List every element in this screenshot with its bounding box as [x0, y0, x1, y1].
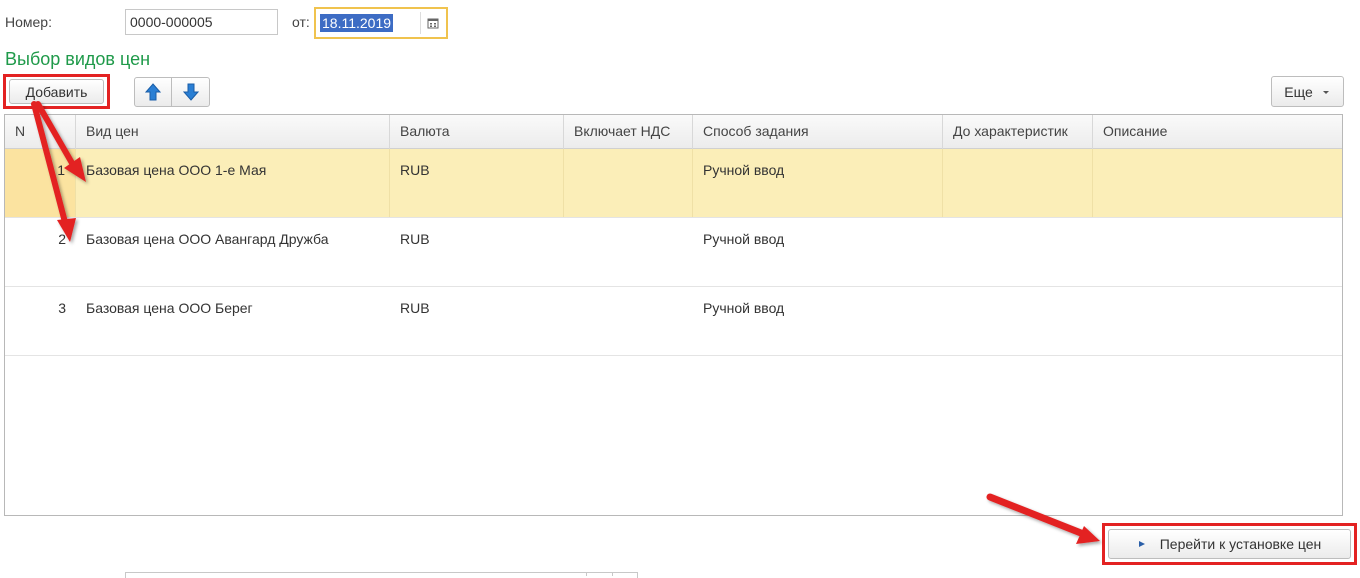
col-header-vat[interactable]: Включает НДС: [564, 115, 693, 149]
bottom-field-divider: [586, 572, 587, 576]
method-cell[interactable]: Ручной ввод: [693, 287, 943, 355]
move-up-button[interactable]: [134, 77, 172, 107]
table-row[interactable]: 3 Базовая цена ООО Берег RUB Ручной ввод: [5, 287, 1342, 356]
date-value: 18.11.2019: [320, 14, 394, 32]
bottom-field-divider: [612, 572, 613, 576]
vat-cell[interactable]: [564, 149, 693, 217]
by-char-cell[interactable]: [943, 287, 1093, 355]
date-field[interactable]: 18.11.2019: [314, 7, 448, 39]
table-row[interactable]: 1 Базовая цена ООО 1-е Мая RUB Ручной вв…: [5, 149, 1342, 218]
col-header-by-char[interactable]: До характеристик: [943, 115, 1093, 149]
description-cell[interactable]: [1093, 149, 1343, 217]
price-type-cell[interactable]: Базовая цена ООО Берег: [76, 287, 390, 355]
more-label: Еще: [1284, 83, 1313, 100]
section-title: Выбор видов цен: [5, 49, 151, 69]
currency-cell[interactable]: RUB: [390, 218, 564, 286]
by-char-cell[interactable]: [943, 149, 1093, 217]
arrow-down-icon: [182, 83, 199, 101]
price-types-table[interactable]: N Вид цен Валюта Включает НДС Способ зад…: [4, 114, 1343, 516]
go-to-prices-label: Перейти к установке цен: [1159, 536, 1322, 552]
date-label: от:: [292, 14, 310, 30]
annotation-arrowhead: [1076, 526, 1100, 544]
bottom-field[interactable]: [125, 572, 638, 578]
method-cell[interactable]: Ручной ввод: [693, 149, 943, 217]
col-header-method[interactable]: Способ задания: [693, 115, 943, 149]
row-number: 1: [5, 149, 76, 217]
vat-cell[interactable]: [564, 287, 693, 355]
table-header: N Вид цен Валюта Включает НДС Способ зад…: [5, 115, 1342, 149]
go-to-prices-button[interactable]: Перейти к установке цен: [1108, 529, 1351, 559]
description-cell[interactable]: [1093, 218, 1343, 286]
price-type-cell[interactable]: Базовая цена ООО 1-е Мая: [76, 149, 390, 217]
more-button[interactable]: Еще: [1271, 76, 1344, 107]
number-label: Номер:: [5, 14, 52, 30]
number-field[interactable]: 0000-000005: [125, 9, 278, 35]
add-button[interactable]: Добавить: [9, 79, 104, 104]
price-type-cell[interactable]: Базовая цена ООО Авангард Дружба: [76, 218, 390, 286]
method-cell[interactable]: Ручной ввод: [693, 218, 943, 286]
triangle-right-icon: [1138, 541, 1145, 547]
row-number: 3: [58, 300, 66, 316]
vat-cell[interactable]: [564, 218, 693, 286]
col-header-n[interactable]: N: [5, 115, 76, 149]
currency-cell[interactable]: RUB: [390, 149, 564, 217]
move-down-button[interactable]: [171, 77, 210, 107]
table-row[interactable]: 2 Базовая цена ООО Авангард Дружба RUB Р…: [5, 218, 1342, 287]
calendar-icon[interactable]: [420, 12, 444, 34]
col-header-currency[interactable]: Валюта: [390, 115, 564, 149]
currency-cell[interactable]: RUB: [390, 287, 564, 355]
by-char-cell[interactable]: [943, 218, 1093, 286]
col-header-price-type[interactable]: Вид цен: [76, 115, 390, 149]
row-number: 2: [58, 231, 66, 247]
arrow-up-icon: [145, 83, 161, 101]
chevron-down-icon: [1322, 90, 1329, 94]
description-cell[interactable]: [1093, 287, 1343, 355]
col-header-description[interactable]: Описание: [1093, 115, 1343, 149]
